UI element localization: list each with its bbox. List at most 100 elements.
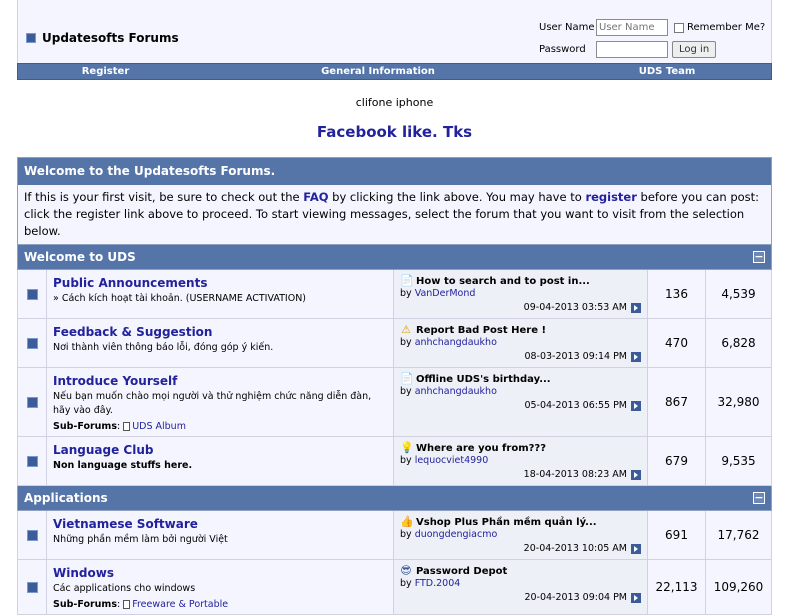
go-to-last-post-icon[interactable] — [631, 302, 641, 313]
thread-count: 22,113 — [647, 560, 705, 614]
last-post-date: 05-04-2013 06:55 PM — [524, 400, 627, 411]
forum-description: Nơi thành viên thông báo lỗi, đóng góp ý… — [53, 342, 274, 353]
collapse-icon[interactable]: − — [753, 251, 765, 263]
last-post-title-row[interactable]: ⚠ Report Bad Post Here ! — [400, 324, 641, 336]
by-label: by — [400, 288, 412, 299]
forum-name[interactable]: Introduce Yourself — [53, 374, 387, 388]
last-post-title[interactable]: Where are you from??? — [416, 443, 546, 454]
last-post-date-row: 20-04-2013 09:04 PM — [400, 592, 641, 603]
category-title[interactable]: Welcome to UDS — [24, 250, 136, 264]
forum-name[interactable]: Vietnamese Software — [53, 517, 387, 531]
forum-name[interactable]: Windows — [53, 566, 387, 580]
forum-name[interactable]: Language Club — [53, 443, 387, 457]
last-post-date-row: 08-03-2013 09:14 PM — [400, 351, 641, 362]
go-to-last-post-icon[interactable] — [631, 469, 641, 480]
post-count: 109,260 — [705, 560, 771, 614]
forum-row: Public Announcements » Cách kích hoạt tài… — [17, 270, 772, 319]
forum-icon — [26, 33, 36, 43]
last-post-user[interactable]: anhchangdaukho — [415, 337, 497, 348]
last-post-user[interactable]: FTD.2004 — [415, 578, 461, 589]
forum-row: Introduce Yourself Nếu bạn muốn chào mọi … — [17, 368, 772, 437]
faq-link[interactable]: FAQ — [303, 190, 328, 204]
go-to-last-post-icon[interactable] — [631, 592, 641, 603]
go-to-last-post-icon[interactable] — [631, 351, 641, 362]
username-input[interactable] — [596, 19, 668, 36]
category-header[interactable]: Applications − — [17, 486, 772, 511]
subforums-label: Sub-Forums — [53, 599, 117, 610]
subforums-colon: : — [116, 599, 121, 610]
last-post-date-row: 20-04-2013 10:05 AM — [400, 543, 641, 554]
last-post: 💡 Where are you from??? by lequocviet4990 1… — [393, 437, 647, 485]
forum-name[interactable]: Feedback & Suggestion — [53, 325, 387, 339]
go-to-last-post-icon[interactable] — [631, 543, 641, 554]
site-title-text[interactable]: Updatesofts Forums — [42, 31, 179, 45]
announcement-line[interactable]: clifone iphone — [17, 96, 772, 109]
last-post-date-row: 05-04-2013 06:55 PM — [400, 400, 641, 411]
forum-info: Public Announcements » Cách kích hoạt tài… — [46, 270, 393, 318]
collapse-icon[interactable]: − — [753, 492, 765, 504]
forum-description: Các applications cho windows — [53, 583, 196, 594]
last-post-author: by duongdengiacmo — [400, 529, 641, 540]
password-input[interactable] — [596, 41, 668, 58]
nav-general-information[interactable]: General Information — [193, 64, 563, 79]
site-title[interactable]: Updatesofts Forums — [26, 31, 179, 45]
bulb-icon: 💡 — [400, 441, 414, 454]
last-post-title[interactable]: Vshop Plus Phần mềm quản lý... — [416, 517, 597, 528]
last-post-title-row[interactable]: 👍 Vshop Plus Phần mềm quản lý... — [400, 516, 641, 528]
announcement-headline[interactable]: Facebook like. Tks — [17, 123, 772, 145]
forum-status-icon — [26, 581, 38, 593]
forum-status-cell — [18, 319, 46, 367]
subforum-link[interactable]: Freeware & Portable — [132, 599, 228, 610]
last-post-title[interactable]: Report Bad Post Here ! — [416, 325, 546, 336]
login-button[interactable]: Log in — [672, 41, 717, 58]
welcome-title: Welcome to the Updatesofts Forums. — [18, 158, 771, 185]
forum-name[interactable]: Public Announcements — [53, 276, 387, 290]
forum-info: Feedback & Suggestion Nơi thành viên thôn… — [46, 319, 393, 367]
remember-me-checkbox[interactable]: Remember Me? — [674, 22, 765, 33]
last-post-date-row: 09-04-2013 03:53 AM — [400, 302, 641, 313]
remember-me-label[interactable]: Remember Me? — [687, 22, 765, 33]
welcome-text-part: If this is your first visit, be sure to … — [24, 190, 304, 204]
last-post-user[interactable]: lequocviet4990 — [415, 455, 489, 466]
last-post-date: 20-04-2013 09:04 PM — [524, 592, 627, 603]
checkbox-box[interactable] — [674, 22, 684, 33]
last-post-title[interactable]: Password Depot — [416, 566, 507, 577]
cool-icon: 😎 — [400, 564, 412, 577]
register-link[interactable]: register — [585, 190, 636, 204]
last-post-date: 20-04-2013 10:05 AM — [523, 543, 627, 554]
password-label: Password — [539, 44, 586, 55]
last-post-date: 18-04-2013 08:23 AM — [523, 469, 627, 480]
last-post-title-row[interactable]: 😎 Password Depot — [400, 565, 641, 577]
post-count: 32,980 — [705, 368, 771, 436]
last-post-user[interactable]: VanDerMond — [415, 288, 476, 299]
last-post-title-row[interactable]: 💡 Where are you from??? — [400, 442, 641, 454]
page: Updatesofts Forums User Name Remember Me… — [17, 0, 772, 615]
nav-uds-team[interactable]: UDS Team — [563, 64, 771, 79]
forum-status-icon — [26, 529, 38, 541]
thread-count: 136 — [647, 270, 705, 318]
thread-count: 691 — [647, 511, 705, 559]
last-post-author: by anhchangdaukho — [400, 337, 641, 348]
last-post-date-row: 18-04-2013 08:23 AM — [400, 469, 641, 480]
by-label: by — [400, 578, 412, 589]
login-form: User Name Remember Me? Password Log in — [539, 17, 769, 60]
subforum-link[interactable]: UDS Album — [132, 421, 186, 432]
warn-icon: ⚠ — [401, 323, 411, 336]
last-post-title-row[interactable]: 📄 Offline UDS's birthday... — [400, 373, 641, 385]
nav-register[interactable]: Register — [18, 64, 193, 79]
by-label: by — [400, 455, 412, 466]
last-post-user[interactable]: anhchangdaukho — [415, 386, 497, 397]
forum-row: Language Club Non language stuffs here. 💡 W… — [17, 437, 772, 486]
forum-description: Nếu bạn muốn chào mọi người và thử nghiệ… — [53, 391, 372, 416]
category-header[interactable]: Welcome to UDS − — [17, 245, 772, 270]
last-post-user[interactable]: duongdengiacmo — [415, 529, 498, 540]
last-post-title[interactable]: Offline UDS's birthday... — [416, 374, 551, 385]
category-title[interactable]: Applications — [24, 491, 108, 505]
last-post: 😎 Password Depot by FTD.2004 20-04-2013 09:… — [393, 560, 647, 614]
last-post-title-row[interactable]: 📄 How to search and to post in... — [400, 275, 641, 287]
forum-status-cell — [18, 511, 46, 559]
thread-count: 679 — [647, 437, 705, 485]
go-to-last-post-icon[interactable] — [631, 400, 641, 411]
last-post-title[interactable]: How to search and to post in... — [416, 276, 590, 287]
forum-row: Windows Các applications cho windows Sub-F… — [17, 560, 772, 615]
